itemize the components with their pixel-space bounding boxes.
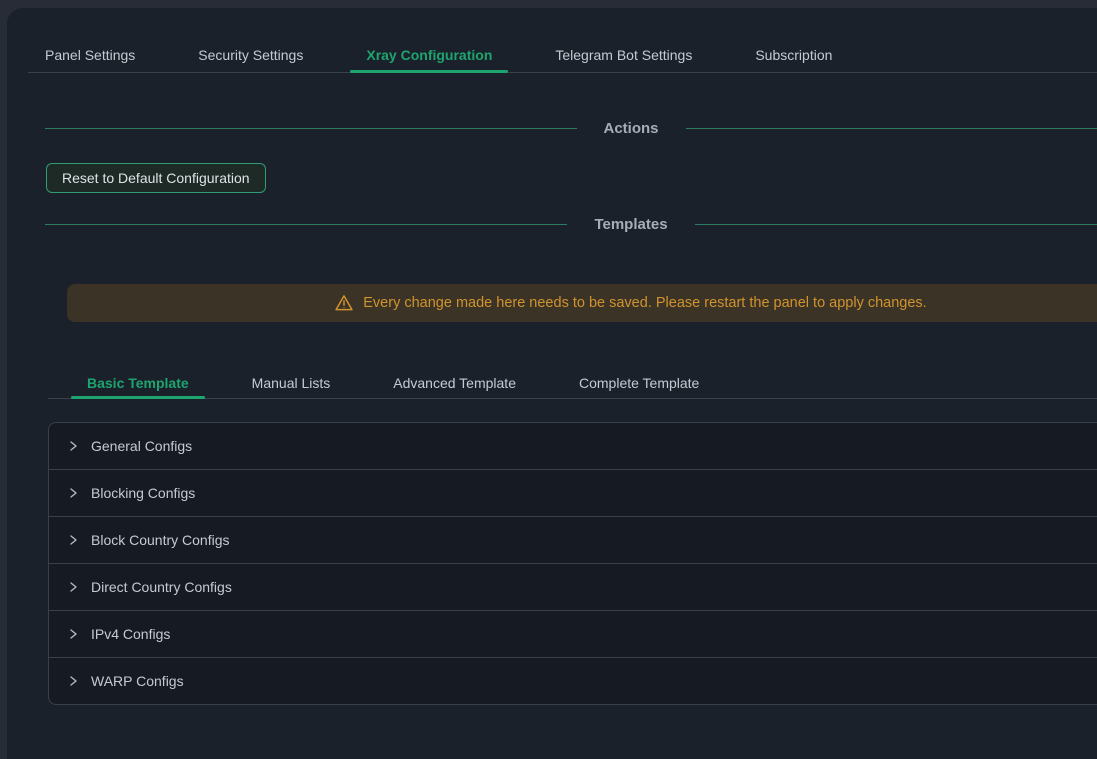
configs-accordion: General Configs Blocking Configs Block C…: [48, 422, 1097, 705]
accordion-item-ipv4-configs[interactable]: IPv4 Configs: [49, 611, 1097, 658]
accordion-item-warp-configs[interactable]: WARP Configs: [49, 658, 1097, 704]
tab-security-settings[interactable]: Security Settings: [198, 38, 303, 72]
accordion-item-blocking-configs[interactable]: Blocking Configs: [49, 470, 1097, 517]
accordion-item-label: Blocking Configs: [91, 485, 195, 501]
accordion-item-label: WARP Configs: [91, 673, 184, 689]
actions-heading: Actions: [577, 120, 686, 137]
tab-panel-settings[interactable]: Panel Settings: [45, 38, 135, 72]
accordion-item-direct-country-configs[interactable]: Direct Country Configs: [49, 564, 1097, 611]
divider-line: [45, 224, 567, 225]
chevron-right-icon: [67, 487, 79, 499]
warning-message: Every change made here needs to be saved…: [363, 295, 926, 311]
tab-xray-configuration[interactable]: Xray Configuration: [366, 38, 492, 72]
settings-card: Panel Settings Security Settings Xray Co…: [7, 8, 1097, 759]
tab-complete-template[interactable]: Complete Template: [579, 368, 699, 398]
tab-basic-template[interactable]: Basic Template: [87, 368, 189, 398]
divider-line: [45, 128, 577, 129]
tab-telegram-bot-settings[interactable]: Telegram Bot Settings: [555, 38, 692, 72]
restart-warning-banner: Every change made here needs to be saved…: [67, 284, 1097, 322]
accordion-item-label: General Configs: [91, 438, 192, 454]
accordion-item-label: Block Country Configs: [91, 532, 230, 548]
settings-tabbar: Panel Settings Security Settings Xray Co…: [28, 38, 1097, 73]
tab-advanced-template[interactable]: Advanced Template: [393, 368, 516, 398]
templates-heading: Templates: [567, 216, 694, 233]
divider-line: [695, 224, 1097, 225]
tab-manual-lists[interactable]: Manual Lists: [252, 368, 331, 398]
divider-line: [686, 128, 1097, 129]
chevron-right-icon: [67, 440, 79, 452]
chevron-right-icon: [67, 534, 79, 546]
templates-divider: Templates: [45, 215, 1097, 233]
template-tabbar: Basic Template Manual Lists Advanced Tem…: [48, 368, 1097, 399]
accordion-item-block-country-configs[interactable]: Block Country Configs: [49, 517, 1097, 564]
accordion-item-general-configs[interactable]: General Configs: [49, 423, 1097, 470]
accordion-item-label: IPv4 Configs: [91, 626, 170, 642]
actions-divider: Actions: [45, 119, 1097, 137]
reset-default-configuration-button[interactable]: Reset to Default Configuration: [46, 163, 266, 193]
chevron-right-icon: [67, 581, 79, 593]
warning-triangle-icon: [334, 293, 354, 313]
chevron-right-icon: [67, 628, 79, 640]
chevron-right-icon: [67, 675, 79, 687]
tab-subscription[interactable]: Subscription: [755, 38, 832, 72]
accordion-item-label: Direct Country Configs: [91, 579, 232, 595]
